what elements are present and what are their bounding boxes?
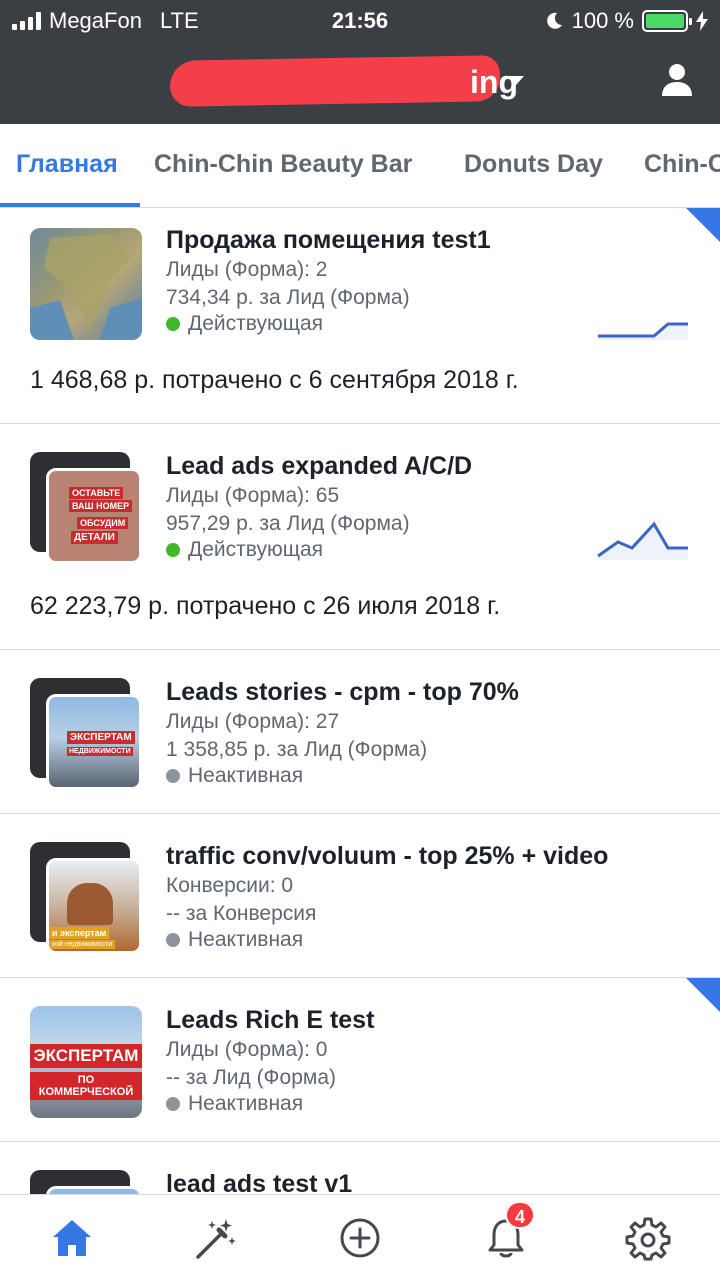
ad-thumbnail: ЭКСПЕРТАМ ПО КОММЕРЧЕСКОЙ xyxy=(30,1006,142,1118)
ad-cost-per-result: 734,34 р. за Лид (Форма) xyxy=(166,286,410,309)
bottom-navigation: 4 xyxy=(0,1194,720,1280)
ad-leads: Лиды (Форма): 65 xyxy=(166,484,340,507)
sparkline-chart xyxy=(598,322,688,340)
status-dot-inactive xyxy=(166,1097,180,1111)
thumb-caption-1: и экспертам xyxy=(49,927,110,939)
ad-title: Leads Rich E test xyxy=(166,1006,375,1034)
map-image xyxy=(30,234,142,340)
magic-wand-icon[interactable] xyxy=(192,1215,238,1261)
battery-icon xyxy=(642,10,692,32)
list-item[interactable]: ЭКСПЕРТАМ НЕДВИЖИМОСТИ Leads stories - c… xyxy=(0,650,720,814)
redaction-scribble xyxy=(169,55,501,107)
thumb-caption-2: НЕДВИЖИМОСТИ xyxy=(67,747,133,756)
ad-status: Неактивная xyxy=(166,764,303,788)
status-dot-active xyxy=(166,317,180,331)
ad-thumbnail: ЭКСПЕРТАМ НЕДВИЖИМОСТИ xyxy=(46,694,142,790)
page-tabs: Главная Chin-Chin Beauty Bar Donuts Day … xyxy=(0,124,720,208)
ad-title: lead ads test v1 xyxy=(166,1170,353,1194)
ad-thumbnail xyxy=(30,228,142,340)
new-corner-marker xyxy=(686,978,720,1012)
ad-status-label: Неактивная xyxy=(188,764,304,787)
status-dot-inactive xyxy=(166,769,180,783)
ad-thumbnail: ОСТАВЬТЕ ВАШ НОМЕР ОБСУДИМ ДЕТАЛИ xyxy=(46,468,142,564)
ad-cost-per-result: 1 358,85 р. за Лид (Форма) xyxy=(166,738,428,761)
thumb-caption-1: ЭКСПЕРТАМ xyxy=(30,1044,142,1068)
new-corner-marker xyxy=(686,208,720,242)
building-shape xyxy=(67,883,113,925)
thumb-caption-4: ДЕТАЛИ xyxy=(71,531,118,544)
ad-conversions: Конверсии: 0 xyxy=(166,874,294,897)
tab-donuts-day[interactable]: Donuts Day xyxy=(464,150,603,179)
thumb-caption-1: ЭКСПЕРТАМ xyxy=(67,731,135,744)
ad-thumbnail xyxy=(46,1186,142,1194)
settings-gear-icon[interactable] xyxy=(625,1215,671,1261)
tab-home[interactable]: Главная xyxy=(16,150,118,179)
ad-thumbnail: и экспертам кой недвижимости xyxy=(46,858,142,954)
account-selector[interactable]: ing xyxy=(169,55,540,107)
ad-status-label: Действующая xyxy=(188,312,324,335)
ad-leads: Лиды (Форма): 2 xyxy=(166,258,328,281)
notifications-button[interactable]: 4 xyxy=(483,1201,535,1261)
ad-spent-summary: 62 223,79 р. потрачено с 26 июля 2018 г. xyxy=(30,592,501,620)
add-circle-icon[interactable] xyxy=(337,1215,383,1261)
thumb-caption-2: ВАШ НОМЕР xyxy=(69,500,133,512)
user-icon[interactable] xyxy=(660,62,694,98)
status-right: 100 % xyxy=(544,8,708,34)
thumb-caption-1: ОСТАВЬТЕ xyxy=(69,487,124,499)
ad-spent-summary: 1 468,68 р. потрачено с 6 сентября 2018 … xyxy=(30,366,519,394)
active-tab-indicator xyxy=(0,203,140,207)
list-item[interactable]: ОСТАВЬТЕ ВАШ НОМЕР ОБСУДИМ ДЕТАЛИ Lead a… xyxy=(0,424,720,650)
battery-percent: 100 % xyxy=(571,8,634,33)
moon-icon xyxy=(546,12,562,29)
status-dot-inactive xyxy=(166,933,180,947)
ad-cost-per-result: 957,29 р. за Лид (Форма) xyxy=(166,512,410,535)
list-item[interactable]: Продажа помещения test1 Лиды (Форма): 2 … xyxy=(0,208,720,424)
thumb-caption-3: ОБСУДИМ xyxy=(77,517,129,529)
ads-list: Продажа помещения test1 Лиды (Форма): 2 … xyxy=(0,208,720,1194)
list-item[interactable]: ЭКСПЕРТАМ ПО КОММЕРЧЕСКОЙ Leads Rich E t… xyxy=(0,978,720,1142)
list-item[interactable]: и экспертам кой недвижимости traffic con… xyxy=(0,814,720,978)
ad-status-label: Неактивная xyxy=(188,928,304,951)
ad-title: Продажа помещения test1 xyxy=(166,226,491,254)
app-header: ing xyxy=(0,44,720,124)
home-icon[interactable] xyxy=(49,1215,95,1261)
ad-title: traffic conv/voluum - top 25% + video xyxy=(166,842,609,870)
tab-chin-chin-beauty-bar[interactable]: Chin-Chin Beauty Bar xyxy=(154,150,412,179)
ad-title: Lead ads expanded A/C/D xyxy=(166,452,473,480)
ad-status: Неактивная xyxy=(166,928,303,952)
notification-badge: 4 xyxy=(505,1201,535,1229)
ad-status-label: Действующая xyxy=(188,538,324,561)
ad-leads: Лиды (Форма): 27 xyxy=(166,710,340,733)
tab-chin-c[interactable]: Chin-C xyxy=(644,150,720,179)
ad-status: Неактивная xyxy=(166,1092,303,1116)
ad-status: Действующая xyxy=(166,312,323,336)
ad-leads: Лиды (Форма): 0 xyxy=(166,1038,328,1061)
status-bar: MegaFon LTE 21:56 100 % xyxy=(0,0,720,40)
ad-cost-per-result: -- за Конверсия xyxy=(166,902,317,925)
sparkline-chart xyxy=(597,521,688,560)
top-bar: MegaFon LTE 21:56 100 % ing xyxy=(0,0,720,124)
status-dot-active xyxy=(166,543,180,557)
ad-title: Leads stories - cpm - top 70% xyxy=(166,678,519,706)
thumb-caption-2: кой недвижимости xyxy=(49,940,116,949)
thumb-caption-2: ПО КОММЕРЧЕСКОЙ xyxy=(30,1072,142,1100)
charging-bolt-icon xyxy=(696,11,708,31)
list-item[interactable]: lead ads test v1 xyxy=(0,1142,720,1194)
chevron-down-icon xyxy=(508,76,524,85)
ad-cost-per-result: -- за Лид (Форма) xyxy=(166,1066,336,1089)
ad-status: Действующая xyxy=(166,538,323,562)
ad-status-label: Неактивная xyxy=(188,1092,304,1115)
